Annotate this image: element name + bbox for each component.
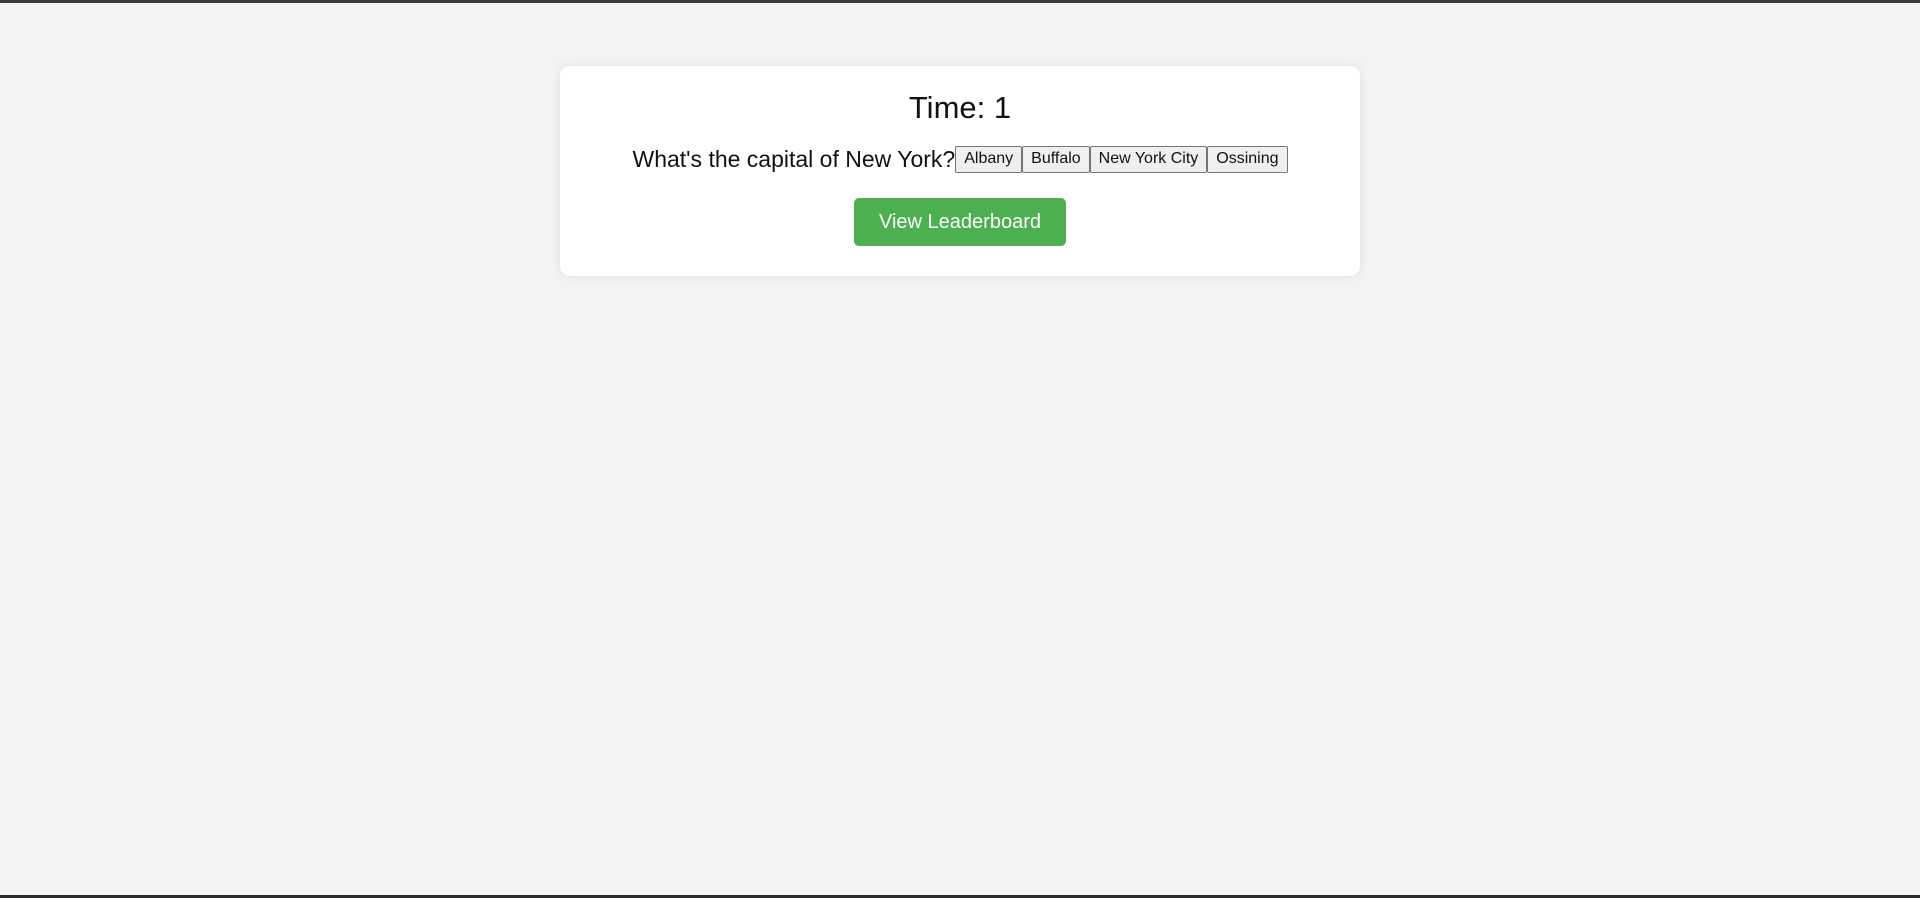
- answer-button-ossining[interactable]: Ossining: [1207, 145, 1288, 173]
- timer-display: Time: 1: [560, 90, 1360, 126]
- quiz-card: Time: 1 What's the capital of New York? …: [560, 66, 1360, 276]
- answer-button-buffalo[interactable]: Buffalo: [1022, 145, 1090, 173]
- answer-button-albany[interactable]: Albany: [955, 145, 1023, 173]
- answer-button-new-york-city[interactable]: New York City: [1089, 145, 1208, 173]
- top-border: [0, 0, 1920, 3]
- timer-label: Time: 1: [908, 90, 1012, 125]
- question-text: What's the capital of New York?: [632, 146, 956, 172]
- question-row: What's the capital of New York? Albany B…: [560, 144, 1360, 174]
- view-leaderboard-button[interactable]: View Leaderboard: [854, 198, 1066, 246]
